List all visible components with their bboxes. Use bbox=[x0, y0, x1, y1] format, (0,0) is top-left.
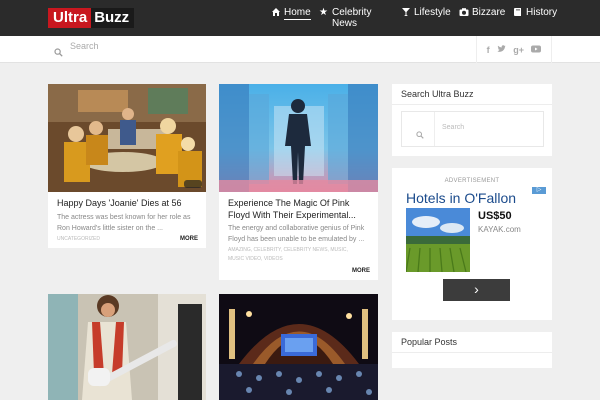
home-icon bbox=[270, 7, 281, 20]
ad-next-button[interactable]: › bbox=[443, 279, 510, 301]
search-input[interactable]: Search bbox=[70, 41, 99, 51]
post-card[interactable] bbox=[219, 294, 378, 400]
nav-bizzare[interactable]: Bizzare bbox=[458, 7, 505, 20]
post-title[interactable]: Happy Days 'Joanie' Dies at 56 bbox=[57, 197, 197, 209]
ad-price: US$50 bbox=[478, 210, 512, 222]
widget-divider bbox=[392, 104, 552, 105]
post-card[interactable]: Experience The Magic Of Pink Floyd With … bbox=[219, 84, 378, 280]
widget-title: Search Ultra Buzz bbox=[401, 89, 474, 99]
post-categories[interactable]: UNCATEGORIZED bbox=[57, 235, 100, 244]
widget-title: Popular Posts bbox=[401, 337, 458, 347]
nav-home-label: Home bbox=[284, 7, 311, 20]
post-card[interactable]: Happy Days 'Joanie' Dies at 56 The actre… bbox=[48, 84, 206, 248]
post-categories[interactable]: AMAZING, CELEBRITY, CELEBRITY NEWS, MUSI… bbox=[228, 246, 356, 264]
ad-image[interactable] bbox=[405, 208, 470, 273]
cocktail-icon bbox=[400, 7, 411, 20]
post-card[interactable] bbox=[48, 294, 206, 400]
nav-history[interactable]: History bbox=[512, 7, 557, 20]
book-icon bbox=[512, 7, 523, 20]
search-icon bbox=[416, 126, 424, 139]
google-plus-icon[interactable]: g+ bbox=[513, 45, 524, 55]
nav-celebrity-news-label: Celebrity News bbox=[332, 7, 372, 29]
sidebar-search-input[interactable]: Search bbox=[442, 124, 464, 131]
nav-home[interactable]: Home bbox=[270, 7, 311, 20]
read-more-link[interactable]: MORE bbox=[352, 268, 370, 274]
sidebar-search-box[interactable]: Search bbox=[401, 111, 544, 147]
adchoices-icon[interactable]: ▷ bbox=[532, 187, 546, 194]
ad-site: KAYAK.com bbox=[478, 225, 521, 234]
ad-title[interactable]: Hotels in O'Fallon bbox=[406, 190, 516, 206]
logo-buzz: Buzz bbox=[91, 8, 135, 28]
nav-celebrity-news[interactable]: ★ Celebrity News bbox=[318, 7, 371, 29]
advertisement-widget[interactable]: ADVERTISEMENT ▷ Hotels in O'Fallon US$50… bbox=[392, 168, 552, 320]
youtube-icon[interactable] bbox=[531, 45, 542, 55]
post-thumbnail[interactable] bbox=[219, 84, 378, 192]
camera-icon bbox=[458, 7, 469, 20]
advertisement-label: ADVERTISEMENT bbox=[444, 178, 500, 184]
nav-history-label: History bbox=[526, 7, 558, 18]
facebook-icon[interactable]: f bbox=[487, 45, 490, 55]
top-navigation-bar: Ultra Buzz Home ★ Celebrity News Lifesty… bbox=[0, 0, 600, 36]
nav-lifestyle-label: Lifestyle bbox=[414, 7, 451, 18]
read-more-link[interactable]: MORE bbox=[180, 236, 198, 242]
nav-lifestyle[interactable]: Lifestyle bbox=[400, 7, 451, 20]
search-icon bbox=[54, 44, 63, 57]
logo-ultra: Ultra bbox=[48, 8, 92, 28]
social-links: f g+ bbox=[476, 36, 552, 63]
post-title[interactable]: Experience The Magic Of Pink Floyd With … bbox=[228, 197, 368, 221]
post-thumbnail[interactable] bbox=[219, 294, 378, 400]
star-icon: ★ bbox=[319, 7, 328, 18]
widget-divider bbox=[392, 352, 552, 353]
nav-bizzare-label: Bizzare bbox=[472, 7, 506, 18]
post-excerpt: The actress was best known for her role … bbox=[57, 214, 191, 232]
popular-posts-widget: Popular Posts bbox=[392, 332, 552, 368]
search-divider bbox=[434, 112, 435, 146]
post-excerpt: The energy and collaborative genius of P… bbox=[228, 225, 365, 243]
post-thumbnail[interactable] bbox=[48, 294, 206, 400]
twitter-icon[interactable] bbox=[497, 44, 506, 55]
post-thumbnail[interactable] bbox=[48, 84, 206, 192]
sidebar-search-widget: Search Ultra Buzz Search bbox=[392, 84, 552, 156]
site-logo[interactable]: Ultra Buzz bbox=[48, 8, 135, 28]
